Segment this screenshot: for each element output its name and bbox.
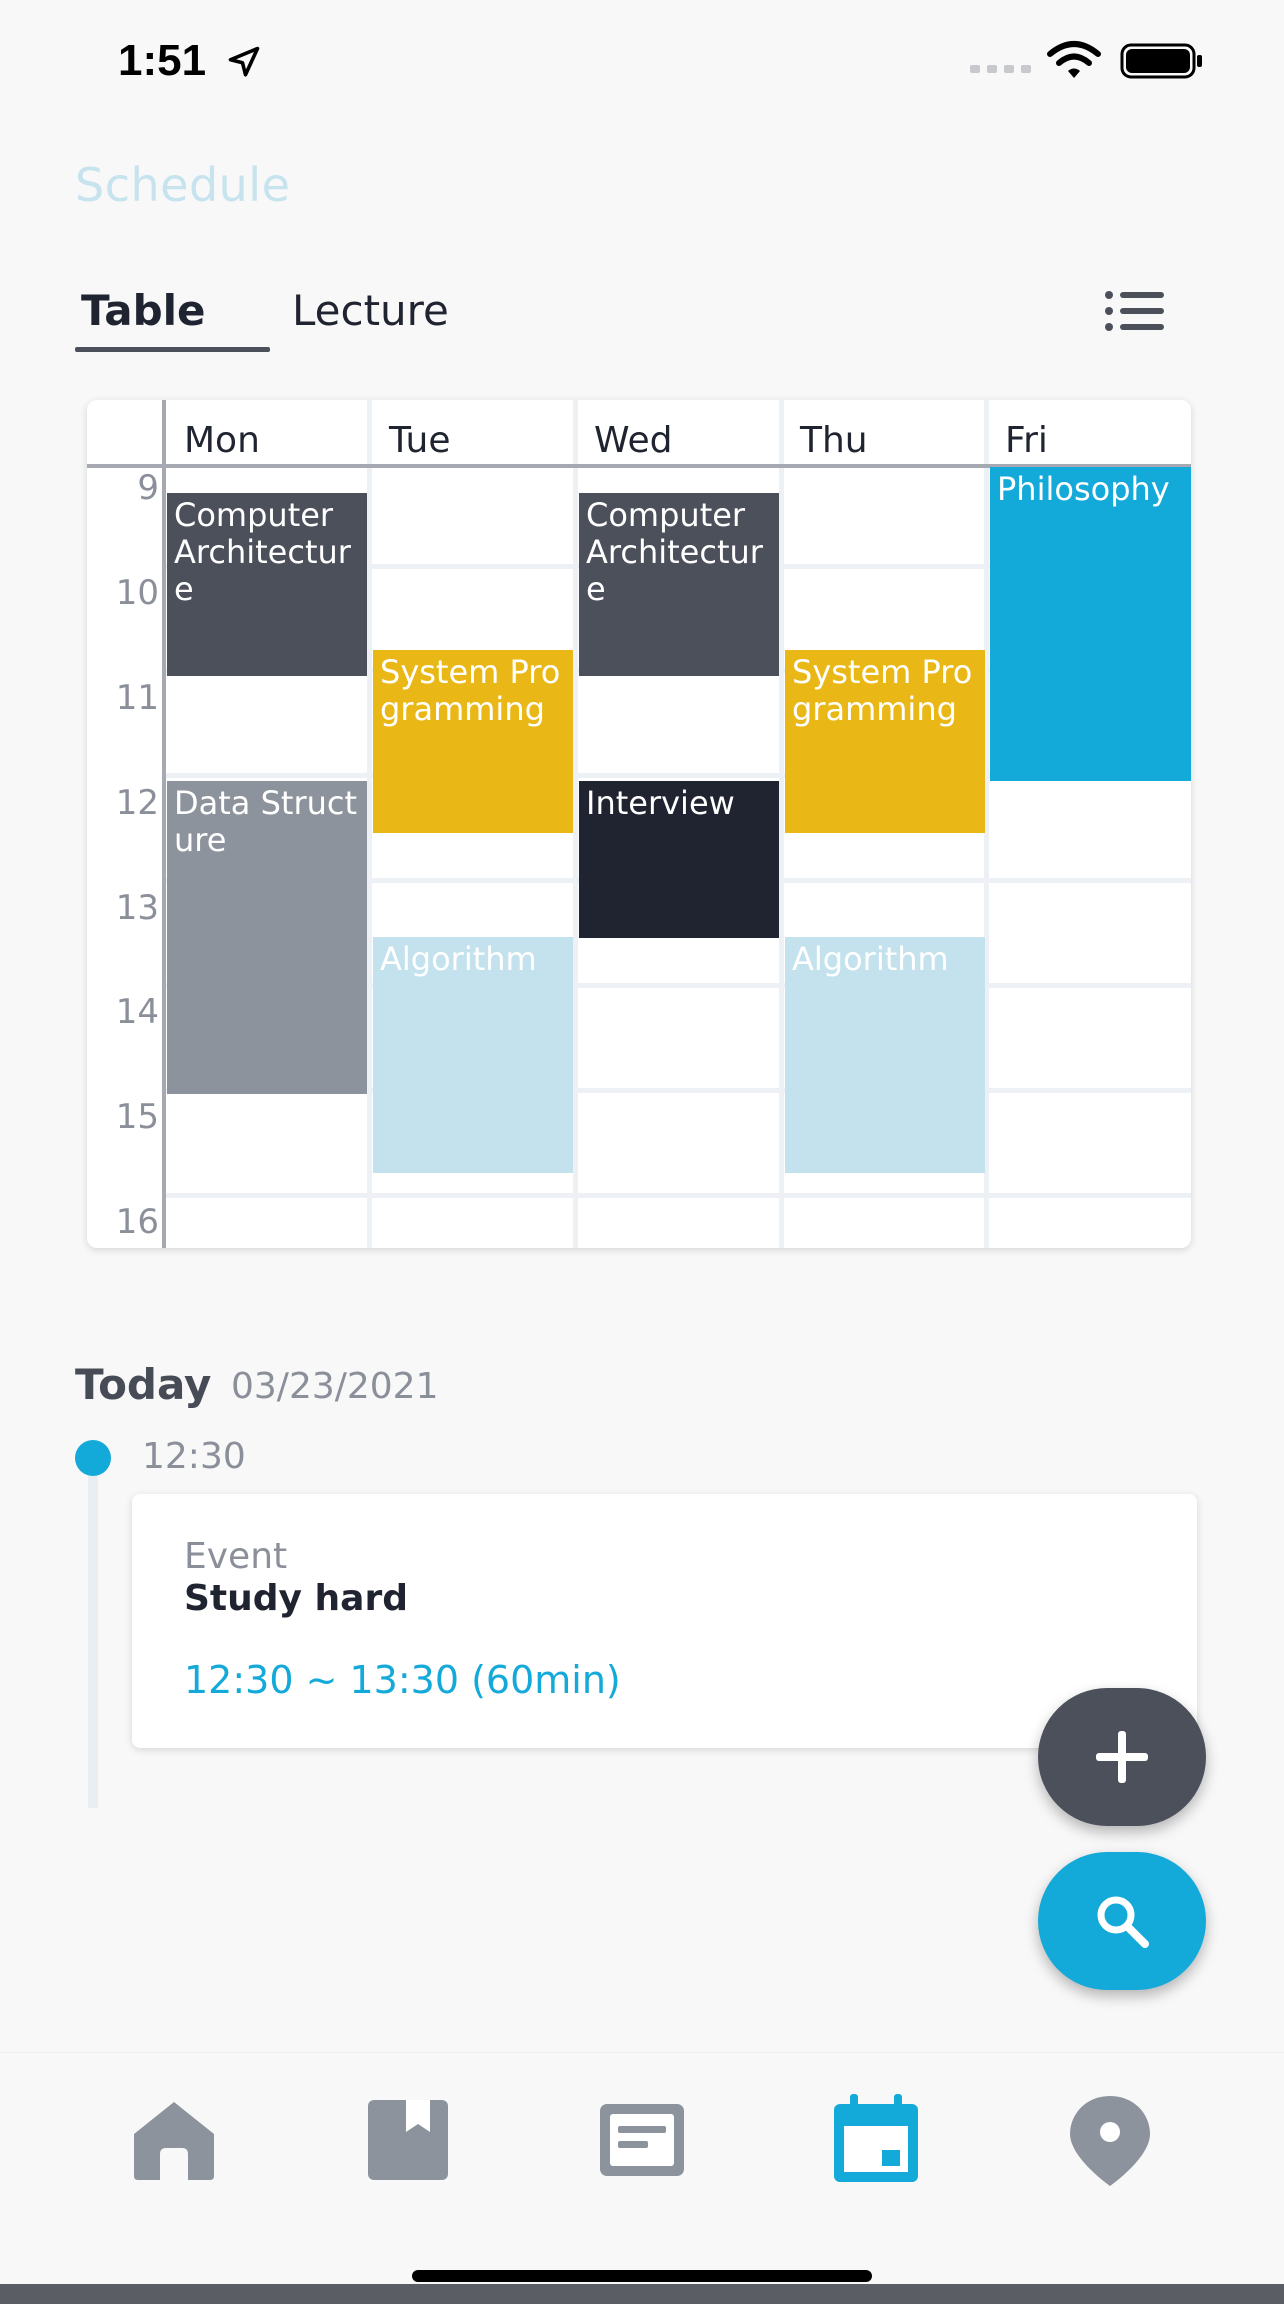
status-time: 1:51 xyxy=(118,36,207,85)
course-block[interactable]: Interview xyxy=(579,781,779,938)
course-block[interactable]: System Programming xyxy=(373,650,573,833)
list-menu-icon[interactable] xyxy=(1104,288,1166,334)
column-divider xyxy=(779,400,784,1248)
nav-calendar[interactable] xyxy=(828,2092,924,2188)
course-block[interactable]: Algorithm xyxy=(785,937,985,1173)
home-icon xyxy=(134,2102,214,2180)
hour-label: 13 xyxy=(115,888,159,928)
plus-icon xyxy=(1096,1731,1148,1783)
add-button[interactable] xyxy=(1038,1688,1206,1826)
column-divider xyxy=(573,400,578,1248)
nav-bookmarks[interactable] xyxy=(360,2092,456,2188)
hour-label: 15 xyxy=(115,1097,159,1137)
time-axis-divider xyxy=(162,400,166,1248)
search-button[interactable] xyxy=(1038,1852,1206,1990)
bookmark-book-icon xyxy=(368,2100,448,2180)
course-block[interactable]: Computer Architecture xyxy=(579,493,779,676)
timeline-dot xyxy=(75,1440,111,1476)
home-indicator xyxy=(412,2270,872,2282)
day-header-mon: Mon xyxy=(184,420,260,461)
bottom-edge xyxy=(0,2284,1284,2304)
tab-lecture[interactable]: Lecture xyxy=(292,286,449,335)
hour-label: 10 xyxy=(115,573,159,613)
tab-table[interactable]: Table xyxy=(81,286,206,335)
day-header-fri: Fri xyxy=(1005,420,1048,461)
event-time-range: 12:30 ~ 13:30 (60min) xyxy=(184,1658,621,1702)
timeline-line xyxy=(88,1456,98,1808)
column-divider xyxy=(367,400,372,1248)
hour-label: 11 xyxy=(115,678,159,718)
wifi-icon xyxy=(1047,41,1101,78)
hour-label: 16 xyxy=(115,1202,159,1242)
location-arrow-icon xyxy=(228,46,260,77)
event-type: Event xyxy=(184,1536,288,1577)
battery-icon xyxy=(1120,43,1202,79)
event-time: 12:30 xyxy=(142,1436,246,1477)
row-divider xyxy=(166,1193,1191,1198)
event-card[interactable]: Event Study hard 12:30 ~ 13:30 (60min) xyxy=(132,1494,1197,1748)
course-block[interactable]: Computer Architecture xyxy=(167,493,367,676)
hour-label: 9 xyxy=(137,468,159,508)
cellular-signal-icon xyxy=(970,65,1031,73)
nav-home[interactable] xyxy=(126,2092,222,2188)
course-block[interactable]: Philosophy xyxy=(990,467,1191,781)
course-block[interactable]: System Programming xyxy=(785,650,985,833)
day-header-thu: Thu xyxy=(800,420,868,461)
timetable-grid: Mon Tue Wed Thu Fri 9 10 11 12 13 14 15 … xyxy=(87,400,1191,1248)
nav-location[interactable] xyxy=(1062,2092,1158,2188)
location-pin-icon xyxy=(1070,2096,1150,2186)
today-label: Today xyxy=(75,1360,212,1409)
course-block[interactable]: Algorithm xyxy=(373,937,573,1173)
hour-label: 14 xyxy=(115,992,159,1032)
day-header-wed: Wed xyxy=(594,420,673,461)
today-date: 03/23/2021 xyxy=(231,1366,439,1407)
hour-label: 12 xyxy=(115,783,159,823)
search-icon xyxy=(1097,1896,1149,1948)
page-title: Schedule xyxy=(75,158,291,212)
course-block[interactable]: Data Structure xyxy=(167,781,367,1094)
calendar-icon xyxy=(834,2094,918,2182)
notes-icon xyxy=(600,2104,684,2176)
active-tab-indicator xyxy=(75,347,270,352)
day-header-tue: Tue xyxy=(389,420,451,461)
nav-notes[interactable] xyxy=(594,2092,690,2188)
event-title: Study hard xyxy=(184,1578,408,1619)
